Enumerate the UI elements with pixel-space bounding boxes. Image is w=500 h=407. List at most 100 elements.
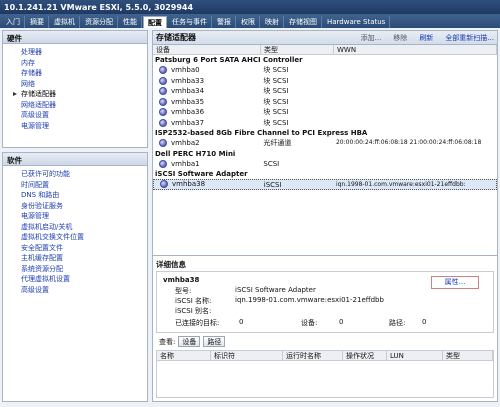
device-name: vmhba37 [171,118,205,127]
tab-4[interactable]: 性能 [119,16,142,28]
page-title: 存储适配器 [156,33,196,42]
tab-2[interactable]: 虚拟机 [50,16,80,28]
column-wwn[interactable]: WWN [334,45,497,54]
tab-3[interactable]: 资源分配 [81,16,118,28]
refresh-button[interactable]: 刷新 [419,33,433,43]
column-device[interactable]: 设备 [153,45,261,54]
hba-icon [159,139,167,148]
software-item-11[interactable]: 高级设置 [3,285,147,296]
add-button[interactable]: 添加... [361,33,382,43]
view-switcher: 查看: 设备 路径 [159,336,226,347]
hardware-item-label: 存储适配器 [21,90,56,98]
software-item-9[interactable]: 系统资源分配 [3,264,147,275]
table-row[interactable]: vmhba38 iSCSI iqn.1998-01.com.vmware:esxi0… [153,179,497,190]
view-paths-button[interactable]: 路径 [203,336,226,347]
tab-8[interactable]: 权限 [237,16,260,28]
view-label: 查看: [159,337,176,346]
hardware-item-6[interactable]: 高级设置 [3,110,147,121]
tab-11[interactable]: Hardware Status [323,16,391,28]
tab-5[interactable]: 配置 [143,16,167,28]
software-item-8[interactable]: 主机缓存配置 [3,253,147,264]
table-row[interactable]: vmhba0 块 SCSI [153,65,497,76]
hba-icon [159,118,167,127]
software-item-1[interactable]: 时间配置 [3,180,147,191]
table-row[interactable]: vmhba36 块 SCSI [153,107,497,118]
column-runtime-name[interactable]: 运行时名称 [283,351,343,360]
hardware-item-1[interactable]: 内存 [3,58,147,69]
table-row[interactable]: vmhba2 光纤通道 20:00:00:24:ff:06:08:18 21:00:… [153,138,497,149]
software-item-label: 虚拟机交换文件位置 [21,233,84,241]
hardware-item-label: 处理器 [21,48,42,56]
software-item-3[interactable]: 身份验证服务 [3,201,147,212]
wwn-cell [333,107,497,118]
device-cell: vmhba38 [154,180,261,189]
hba-icon [159,97,167,106]
device-name: vmhba33 [171,76,205,85]
model-label: 型号: [175,287,192,295]
software-item-label: 身份验证服务 [21,201,63,210]
software-item-label: 代理虚拟机设置 [21,275,70,283]
view-devices-button[interactable]: 设备 [178,336,201,347]
software-item-10[interactable]: 代理虚拟机设置 [3,274,147,285]
table-row[interactable]: vmhba35 块 SCSI [153,97,497,108]
table-row[interactable]: vmhba34 块 SCSI [153,86,497,97]
wwn-cell [333,65,497,76]
hardware-item-label: 存储器 [21,69,42,77]
table-row[interactable]: vmhba37 块 SCSI [153,118,497,129]
rescan-all-button[interactable]: 全部重新扫描... [445,33,494,43]
software-item-label: 虚拟机启动/关机 [21,222,73,231]
column-operational-state[interactable]: 操作状况 [343,351,387,360]
software-item-label: 主机缓存配置 [21,254,63,262]
hardware-item-5[interactable]: 网络适配器 [3,100,147,111]
properties-link[interactable]: 属性... [431,276,479,289]
storage-adapters-header: 存储适配器 添加... 移除 刷新 全部重新扫描... [153,31,497,45]
device-table-header: 名称 标识符 运行时名称 操作状况 LUN 类型 [157,351,493,361]
remove-button[interactable]: 移除 [393,33,407,43]
device-name: vmhba36 [171,108,205,116]
software-item-label: 系统资源分配 [21,264,63,273]
type-cell: 块 SCSI [263,97,289,106]
column-lun[interactable]: LUN [387,351,443,360]
wwn-cell [333,118,497,129]
tab-1[interactable]: 摘要 [26,16,49,28]
adapter-name: vmhba38 [163,276,200,284]
column-type-bottom[interactable]: 类型 [443,351,493,360]
software-item-label: 时间配置 [21,180,49,189]
device-cell: vmhba35 [153,97,260,108]
software-item-label: 电源管理 [21,212,49,220]
hardware-item-2[interactable]: 存储器 [3,68,147,79]
hardware-panel: 硬件 处理器 内存 存储器 网络 存储适配器 网络适配器 高级设置 电源管理 [2,30,148,148]
tab-10[interactable]: 存储视图 [285,16,322,28]
hba-icon [160,180,168,189]
column-type[interactable]: 类型 [261,45,334,54]
software-item-5[interactable]: 虚拟机启动/关机 [3,222,147,233]
hardware-item-7[interactable]: 电源管理 [3,121,147,132]
column-identifier[interactable]: 标识符 [211,351,283,360]
adapter-table: Patsburg 6 Port SATA AHCI Controller vmhb… [153,55,497,190]
tab-9[interactable]: 映射 [261,16,284,28]
table-row[interactable]: vmhba1 SCSI [153,159,497,170]
iscsi-name-label: iSCSI 名称: [175,297,212,305]
device-name: vmhba38 [172,180,206,188]
hardware-item-4[interactable]: 存储适配器 [3,89,147,100]
software-item-7[interactable]: 安全配置文件 [3,243,147,254]
hardware-item-0[interactable]: 处理器 [3,47,147,58]
adapter-table-header: 设备 类型 WWN [153,45,497,55]
software-item-2[interactable]: DNS 和路由 [3,190,147,201]
details-heading: 详细信息 [156,260,186,269]
software-item-6[interactable]: 虚拟机交换文件位置 [3,232,147,243]
hba-icon [159,66,167,75]
adapter-group-heading: Patsburg 6 Port SATA AHCI Controller [155,56,303,64]
hardware-item-3[interactable]: 网络 [3,79,147,90]
software-heading: 软件 [3,153,147,166]
software-item-4[interactable]: 电源管理 [3,211,147,222]
software-item-0[interactable]: 已获许可的功能 [3,169,147,180]
tab-0[interactable]: 入门 [2,16,25,28]
tab-7[interactable]: 警报 [213,16,236,28]
sidebar: 硬件 处理器 内存 存储器 网络 存储适配器 网络适配器 高级设置 电源管理 软件 已获许可的… [2,30,148,402]
window-title: 10.1.241.21 VMware ESXi, 5.5.0, 3029944 [0,0,500,14]
column-name[interactable]: 名称 [157,351,211,360]
tab-6[interactable]: 任务与事件 [168,16,212,28]
table-row[interactable]: vmhba33 块 SCSI [153,76,497,87]
type-cell: 块 SCSI [263,76,289,85]
